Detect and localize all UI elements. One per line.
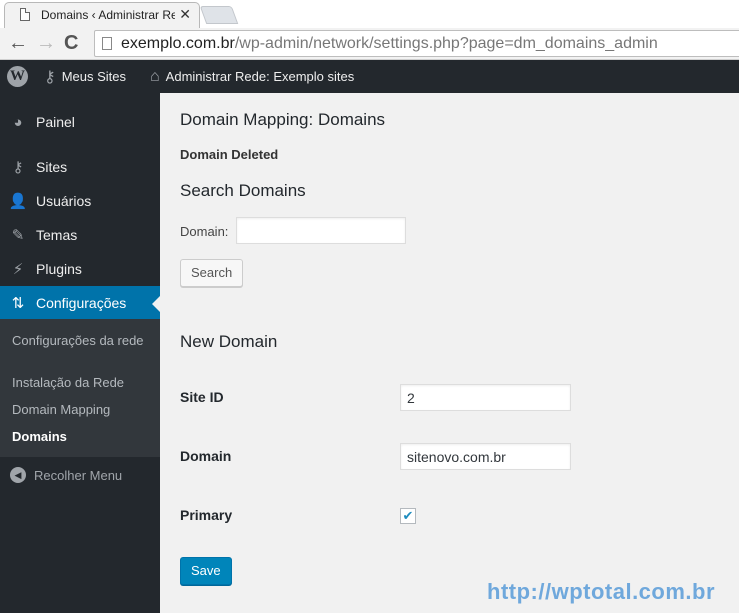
url-text: exemplo.com.br/wp-admin/network/settings… (121, 35, 658, 53)
browser-tabstrip: Domains ‹ Administrar Re ✕ (0, 0, 739, 28)
collapse-menu-label: Recolher Menu (34, 467, 123, 483)
new-domain-heading: New Domain (180, 332, 278, 351)
key-icon: ⚷ (44, 68, 56, 86)
reload-icon[interactable]: C (64, 32, 78, 54)
primary-label: Primary (180, 507, 233, 523)
sidebar-item-label: Temas (36, 227, 78, 243)
submenu-item-domains[interactable]: Domains (12, 429, 152, 444)
watermark-text: http://wptotal.com.br (487, 579, 716, 604)
tab-title: Domains ‹ Administrar Re (41, 8, 175, 22)
admin-bar: W ⚷ Meus Sites ⌂ Administrar Rede: Exemp… (0, 60, 739, 93)
address-bar[interactable]: exemplo.com.br/wp-admin/network/settings… (94, 30, 739, 57)
user-icon: 👤 (8, 193, 28, 210)
sidebar-item-label: Sites (36, 159, 68, 175)
new-tab-button[interactable] (199, 6, 239, 24)
search-domain-input[interactable] (236, 217, 406, 244)
sidebar-item-configuracoes[interactable]: ⇅ Configurações (0, 286, 160, 320)
search-button[interactable]: Search (180, 259, 244, 287)
settings-submenu: Configurações da rede Instalação da Rede… (0, 319, 160, 457)
main-content: Domain Mapping: Domains Domain Deleted S… (160, 93, 739, 613)
browser-tab[interactable]: Domains ‹ Administrar Re ✕ (4, 2, 200, 28)
domain-input[interactable] (400, 443, 571, 470)
home-icon: ⌂ (150, 67, 160, 85)
back-arrow-icon[interactable]: ← (8, 32, 28, 54)
sidebar-item-label: Usuários (36, 193, 92, 209)
url-host: exemplo.com.br (121, 35, 235, 52)
current-menu-arrow (152, 296, 160, 312)
page-icon (102, 37, 112, 50)
site-id-label: Site ID (180, 389, 224, 405)
submenu-item-network-setup[interactable]: Instalação da Rede (12, 375, 152, 390)
plugin-icon: ⚡ (12, 261, 24, 278)
collapse-arrow-icon: ◀ (10, 467, 26, 483)
browser-toolbar: ← → C exemplo.com.br/wp-admin/network/se… (0, 28, 739, 60)
settings-icon: ⇅ (11, 295, 25, 312)
submenu-item-domain-mapping[interactable]: Domain Mapping (12, 402, 152, 417)
checkmark-icon: ✔ (402, 508, 414, 523)
sidebar-item-label: Plugins (36, 261, 82, 277)
primary-checkbox[interactable]: ✔ (400, 508, 416, 524)
admin-sidebar: ◕ Painel ⚷ Sites 👤 Usuários ✎ Temas ⚡ Pl… (0, 93, 160, 613)
sidebar-item-label: Painel (36, 114, 75, 130)
search-heading: Search Domains (180, 181, 306, 200)
my-sites-link[interactable]: ⚷ Meus Sites (44, 60, 126, 93)
page-icon (20, 8, 30, 21)
collapse-menu-button[interactable]: ◀ Recolher Menu (0, 463, 160, 487)
sidebar-item-painel[interactable]: ◕ Painel (0, 105, 160, 139)
my-sites-label: Meus Sites (61, 69, 127, 84)
save-button[interactable]: Save (180, 557, 232, 585)
domain-label: Domain (180, 448, 232, 464)
network-admin-link[interactable]: ⌂ Administrar Rede: Exemplo sites (150, 60, 354, 93)
search-domain-label: Domain: (180, 224, 229, 239)
sidebar-item-usuarios[interactable]: 👤 Usuários (0, 184, 160, 218)
sidebar-item-plugins[interactable]: ⚡ Plugins (0, 252, 160, 286)
wordpress-logo-icon[interactable]: W (7, 66, 28, 87)
submenu-item-network-settings[interactable]: Configurações da rede (12, 333, 152, 348)
tab-close-icon[interactable]: ✕ (179, 6, 191, 23)
sidebar-item-temas[interactable]: ✎ Temas (0, 218, 160, 252)
key-icon: ⚷ (12, 159, 24, 176)
status-notice: Domain Deleted (180, 147, 279, 162)
brush-icon: ✎ (11, 227, 25, 244)
url-path: /wp-admin/network/settings.php?page=dm_d… (234, 35, 658, 52)
site-id-input[interactable] (400, 384, 571, 411)
network-admin-label: Administrar Rede: Exemplo sites (165, 69, 355, 84)
forward-arrow-icon[interactable]: → (36, 32, 56, 54)
dashboard-icon: ◕ (13, 113, 23, 131)
page-title: Domain Mapping: Domains (180, 110, 386, 129)
sidebar-item-sites[interactable]: ⚷ Sites (0, 150, 160, 184)
sidebar-item-label: Configurações (36, 295, 127, 311)
